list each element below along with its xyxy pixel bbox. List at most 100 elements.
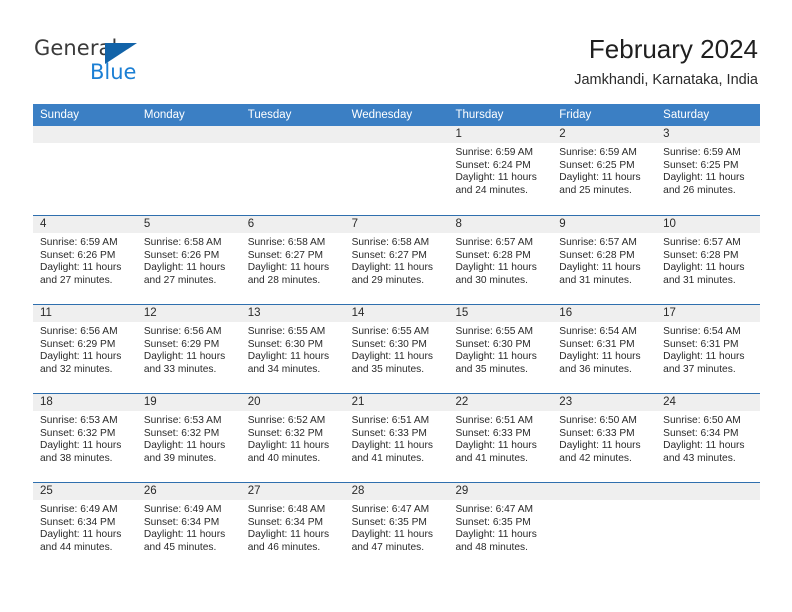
day-info-line: and 33 minutes. (143, 363, 217, 375)
day-info-line: Sunset: 6:28 PM (663, 249, 739, 261)
day-info-line: Sunrise: 6:57 AM (455, 237, 534, 248)
day-info-line: Sunset: 6:24 PM (455, 159, 531, 171)
day-info-line: Sunrise: 6:59 AM (663, 147, 741, 158)
calendar-day-cell[interactable]: 8 Sunrise: 6:57 AM Sunset: 6:28 PM Daylight… (448, 216, 553, 304)
calendar-week-row: 1 Sunrise: 6:59 AM Sunset: 6:24 PM Daylight… (33, 126, 761, 215)
day-info-line: Sunset: 6:30 PM (351, 338, 427, 350)
day-info-line: Sunrise: 6:55 AM (247, 326, 326, 337)
day-info-line: Daylight: 11 hours (455, 351, 537, 363)
calendar-day-cell[interactable]: 7 Sunrise: 6:58 AM Sunset: 6:27 PM Daylight… (344, 216, 449, 304)
day-sun-info: Sunrise: 6:50 AM Sunset: 6:34 PM Daylight:… (656, 411, 760, 465)
day-info-line: and 35 minutes. (351, 363, 425, 375)
calendar-day-cell[interactable]: 1 Sunrise: 6:59 AM Sunset: 6:24 PM Daylight… (448, 126, 553, 215)
day-info-line: Sunrise: 6:54 AM (559, 326, 637, 337)
day-number (33, 126, 137, 143)
day-info-line: and 41 minutes. (455, 452, 528, 464)
day-info-line: Sunrise: 6:53 AM (40, 415, 118, 426)
calendar-day-cell[interactable]: 21 Sunrise: 6:51 AM Sunset: 6:33 PM Dayligh… (344, 394, 449, 482)
day-info-line: Sunrise: 6:56 AM (143, 326, 222, 337)
calendar-day-cell[interactable]: 18 Sunrise: 6:53 AM Sunset: 6:32 PM Dayligh… (33, 394, 137, 482)
calendar-day-cell[interactable]: 17 Sunrise: 6:54 AM Sunset: 6:31 PM Dayligh… (656, 305, 761, 393)
day-sun-info: Sunrise: 6:47 AM Sunset: 6:35 PM Daylight:… (448, 500, 552, 554)
calendar-day-cell[interactable]: 24 Sunrise: 6:50 AM Sunset: 6:34 PM Dayligh… (656, 394, 761, 482)
day-number: 5 (136, 216, 241, 233)
calendar-day-cell[interactable]: 5 Sunrise: 6:58 AM Sunset: 6:26 PM Daylight… (136, 216, 241, 304)
title-block: February 2024 Jamkhandi, Karnataka, Indi… (574, 33, 758, 89)
day-info-line: Sunset: 6:31 PM (559, 338, 635, 350)
calendar-day-cell[interactable]: 27 Sunrise: 6:48 AM Sunset: 6:34 PM Dayligh… (240, 483, 345, 571)
general-blue-logo[interactable]: General Blue (34, 36, 154, 88)
calendar-day-cell[interactable]: 23 Sunrise: 6:50 AM Sunset: 6:33 PM Dayligh… (552, 394, 657, 482)
day-info-line: Sunrise: 6:55 AM (351, 326, 430, 337)
calendar-day-cell[interactable]: 2 Sunrise: 6:59 AM Sunset: 6:25 PM Daylight… (552, 126, 657, 215)
day-sun-info: Sunrise: 6:52 AM Sunset: 6:32 PM Daylight:… (241, 411, 345, 465)
day-number: 29 (448, 483, 553, 500)
day-info-line: Daylight: 11 hours (559, 172, 641, 184)
day-info-line: Sunrise: 6:59 AM (559, 147, 637, 158)
day-number (552, 483, 657, 500)
day-info-line: Daylight: 11 hours (455, 262, 537, 274)
day-sun-info: Sunrise: 6:55 AM Sunset: 6:30 PM Daylight:… (241, 322, 345, 376)
day-number: 11 (33, 305, 137, 322)
day-number (344, 126, 449, 143)
calendar-day-cell[interactable]: 3 Sunrise: 6:59 AM Sunset: 6:25 PM Daylight… (656, 126, 761, 215)
calendar-day-cell[interactable]: 28 Sunrise: 6:47 AM Sunset: 6:35 PM Dayligh… (344, 483, 449, 571)
day-number: 16 (552, 305, 657, 322)
day-info-line: Daylight: 11 hours (40, 440, 122, 452)
day-info-line: and 47 minutes. (351, 541, 425, 553)
day-info-line: Daylight: 11 hours (143, 262, 226, 274)
calendar-day-cell[interactable]: 26 Sunrise: 6:49 AM Sunset: 6:34 PM Dayligh… (136, 483, 241, 571)
day-info-line: Daylight: 11 hours (351, 351, 433, 363)
day-info-line: Sunset: 6:27 PM (351, 249, 427, 261)
day-info-line: Daylight: 11 hours (40, 262, 122, 274)
day-info-line: Sunset: 6:34 PM (663, 427, 739, 439)
day-sun-info: Sunrise: 6:57 AM Sunset: 6:28 PM Daylight:… (552, 233, 656, 287)
calendar-day-cell[interactable]: 11 Sunrise: 6:56 AM Sunset: 6:29 PM Dayligh… (33, 305, 137, 393)
day-info-line: and 25 minutes. (559, 184, 632, 196)
day-number: 12 (136, 305, 241, 322)
calendar-day-cell[interactable]: 29 Sunrise: 6:47 AM Sunset: 6:35 PM Dayligh… (448, 483, 553, 571)
calendar-day-cell[interactable]: 13 Sunrise: 6:55 AM Sunset: 6:30 PM Dayligh… (240, 305, 345, 393)
day-info-line: Sunset: 6:26 PM (143, 249, 220, 261)
day-number: 7 (344, 216, 449, 233)
day-info-line: Sunrise: 6:52 AM (247, 415, 326, 426)
calendar-day-cell[interactable]: 16 Sunrise: 6:54 AM Sunset: 6:31 PM Dayligh… (552, 305, 657, 393)
day-info-line: and 41 minutes. (351, 452, 425, 464)
calendar-day-cell[interactable]: 12 Sunrise: 6:56 AM Sunset: 6:29 PM Dayligh… (136, 305, 241, 393)
calendar-day-cell[interactable]: 14 Sunrise: 6:55 AM Sunset: 6:30 PM Dayligh… (344, 305, 449, 393)
day-info-line: Sunrise: 6:49 AM (143, 504, 222, 515)
day-info-line: and 40 minutes. (247, 452, 321, 464)
day-info-line: Daylight: 11 hours (663, 262, 745, 274)
day-info-line: and 31 minutes. (663, 274, 736, 286)
day-number: 4 (33, 216, 137, 233)
day-sun-info: Sunrise: 6:47 AM Sunset: 6:35 PM Daylight:… (345, 500, 449, 554)
calendar-day-cell[interactable]: 9 Sunrise: 6:57 AM Sunset: 6:28 PM Daylight… (552, 216, 657, 304)
calendar-day-cell[interactable]: 4 Sunrise: 6:59 AM Sunset: 6:26 PM Daylight… (33, 216, 137, 304)
day-number (240, 126, 345, 143)
weekday-header-monday: Monday (143, 109, 185, 121)
day-number: 23 (552, 394, 657, 411)
day-number: 20 (240, 394, 345, 411)
day-info-line: Daylight: 11 hours (455, 440, 537, 452)
day-info-line: Sunset: 6:28 PM (455, 249, 531, 261)
day-info-line: Sunset: 6:25 PM (663, 159, 739, 171)
day-sun-info: Sunrise: 6:57 AM Sunset: 6:28 PM Daylight:… (448, 233, 552, 287)
weekday-header-saturday: Saturday (663, 109, 710, 121)
calendar-day-cell[interactable]: 6 Sunrise: 6:58 AM Sunset: 6:27 PM Daylight… (240, 216, 345, 304)
day-info-line: Sunset: 6:33 PM (351, 427, 427, 439)
calendar-day-cell[interactable]: 22 Sunrise: 6:51 AM Sunset: 6:33 PM Dayligh… (448, 394, 553, 482)
calendar-day-cell[interactable]: 10 Sunrise: 6:57 AM Sunset: 6:28 PM Dayligh… (656, 216, 761, 304)
calendar-day-cell[interactable]: 15 Sunrise: 6:55 AM Sunset: 6:30 PM Dayligh… (448, 305, 553, 393)
calendar-week-row: 25 Sunrise: 6:49 AM Sunset: 6:34 PM Dayligh… (33, 482, 761, 571)
day-sun-info: Sunrise: 6:58 AM Sunset: 6:27 PM Daylight:… (345, 233, 449, 287)
day-info-line: Sunrise: 6:58 AM (351, 237, 430, 248)
day-number: 25 (33, 483, 137, 500)
calendar-day-cell[interactable]: 25 Sunrise: 6:49 AM Sunset: 6:34 PM Dayligh… (33, 483, 137, 571)
day-info-line: Daylight: 11 hours (663, 351, 745, 363)
day-info-line: and 45 minutes. (143, 541, 217, 553)
calendar-day-cell[interactable]: 19 Sunrise: 6:53 AM Sunset: 6:32 PM Dayligh… (136, 394, 241, 482)
day-info-line: Daylight: 11 hours (247, 440, 330, 452)
day-info-line: Sunrise: 6:53 AM (143, 415, 222, 426)
day-info-line: and 36 minutes. (559, 363, 632, 375)
calendar-day-cell[interactable]: 20 Sunrise: 6:52 AM Sunset: 6:32 PM Dayligh… (240, 394, 345, 482)
